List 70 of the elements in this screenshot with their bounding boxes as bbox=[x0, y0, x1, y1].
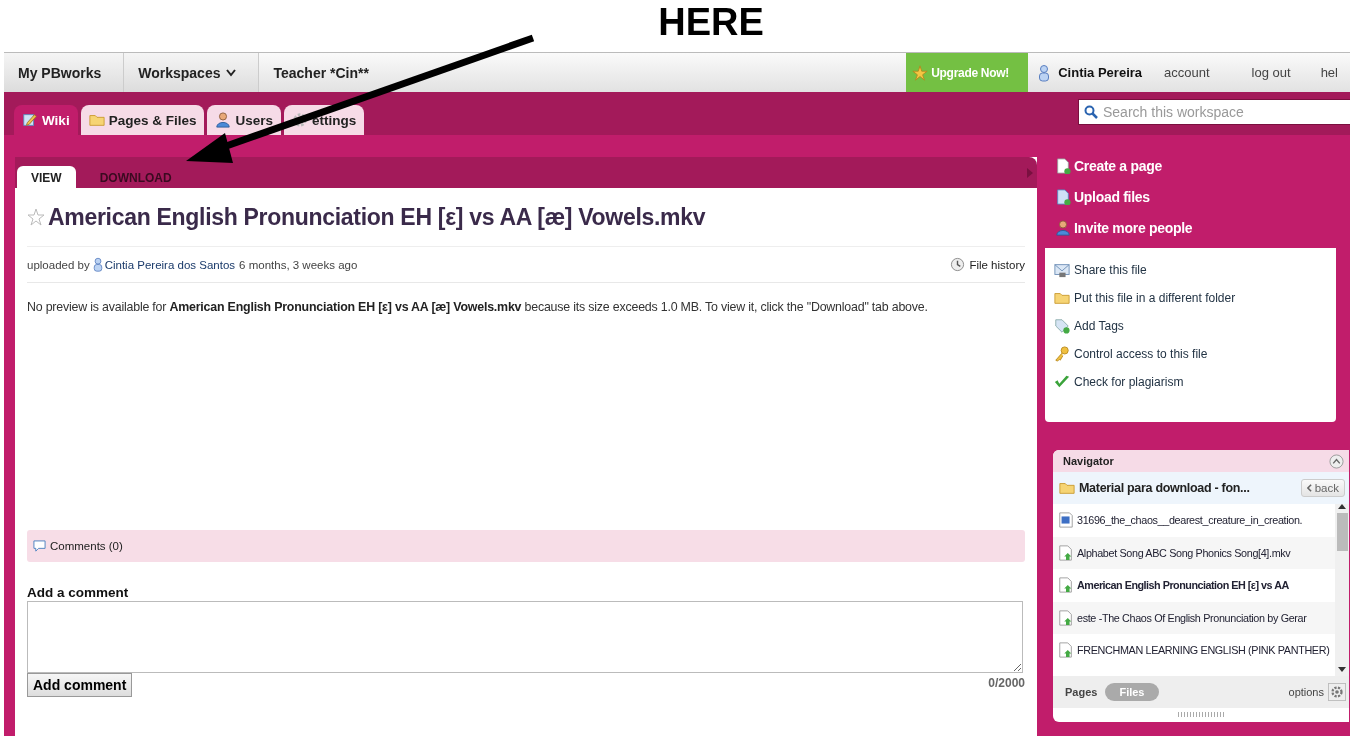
notice-text: No preview is available for American English Pronunciation EH [ε] vs AA [æ] Vowels.mkv because its size exceeds 1.0 MB. To view it, click the "Download" tab above. bbox=[27, 300, 929, 314]
user-icon bbox=[92, 257, 103, 272]
header-link[interactable]: log out bbox=[1221, 65, 1309, 80]
header-link[interactable]: account bbox=[1152, 65, 1222, 80]
speech-bubble-icon bbox=[33, 539, 46, 553]
breadcrumb-link[interactable]: Teacher *Cin** bbox=[259, 53, 391, 92]
character-counter: 0/2000 bbox=[988, 676, 1025, 690]
tag-icon bbox=[1054, 317, 1070, 334]
comment-field[interactable] bbox=[27, 601, 1023, 673]
person-icon bbox=[215, 112, 232, 128]
file-list-item[interactable]: este -The Chaos Of English Pronunciation by Gerar bbox=[1053, 601, 1335, 634]
search-icon bbox=[1084, 104, 1098, 119]
file-list-item[interactable]: Alphabet Song ABC Song Phonics Song[4].mkv bbox=[1053, 536, 1335, 569]
file-action-link[interactable]: Add Tags bbox=[1054, 317, 1336, 334]
envelope-icon bbox=[1054, 261, 1070, 278]
search-field[interactable]: Search this workspace bbox=[1078, 98, 1350, 125]
file-icon bbox=[1058, 609, 1074, 626]
upload-file-icon bbox=[1055, 189, 1071, 205]
file-history-link[interactable]: File history bbox=[950, 257, 1025, 272]
chevron-icon bbox=[1306, 484, 1312, 492]
annotation-label: HERE bbox=[658, 0, 764, 45]
gear-icon bbox=[291, 112, 308, 128]
file-icon bbox=[1058, 642, 1074, 659]
star-icon bbox=[912, 64, 929, 81]
add-comment-label: Add a comment bbox=[27, 585, 130, 600]
breadcrumb-link[interactable]: My PBworks bbox=[4, 53, 125, 92]
collapse-icon[interactable] bbox=[1329, 453, 1344, 469]
comments-bar[interactable]: Comments (0) bbox=[27, 530, 1025, 562]
triangle-icon bbox=[1027, 167, 1033, 178]
scroll-down-icon[interactable] bbox=[1338, 667, 1346, 672]
add-comment-button[interactable]: Add comment bbox=[27, 673, 133, 697]
file-icon bbox=[1058, 544, 1074, 561]
checkmark-icon bbox=[1054, 373, 1070, 390]
breadcrumb-link[interactable]: Workspaces bbox=[124, 53, 260, 92]
header-link[interactable]: hel bbox=[1308, 65, 1350, 80]
file-action-link[interactable]: Check for plagiarism bbox=[1054, 373, 1336, 390]
new-page-icon bbox=[1055, 158, 1071, 174]
navigator-tab[interactable]: Pages bbox=[1065, 683, 1098, 701]
view-tab[interactable]: VIEW bbox=[17, 166, 76, 188]
nav-tab[interactable]: Pages & Files bbox=[80, 105, 205, 135]
scroll-thumb[interactable] bbox=[1336, 513, 1348, 551]
star-icon[interactable] bbox=[27, 208, 45, 226]
action-link[interactable]: Create a page bbox=[1055, 157, 1349, 175]
file-action-link[interactable]: Put this file in a different folder bbox=[1054, 289, 1336, 306]
author-link[interactable]: Cintia Pereira dos Santos bbox=[92, 257, 236, 272]
key-icon bbox=[1054, 345, 1070, 362]
action-link[interactable]: Upload files bbox=[1055, 188, 1349, 206]
nav-tab[interactable]: Users bbox=[207, 105, 281, 135]
file-icon bbox=[1058, 577, 1074, 594]
options-link[interactable]: options bbox=[1288, 686, 1324, 698]
file-action-link[interactable]: Share this file bbox=[1054, 261, 1336, 278]
action-link[interactable]: Invite more people bbox=[1055, 219, 1349, 237]
settings-icon[interactable] bbox=[1328, 683, 1346, 701]
nav-tab[interactable]: Wiki bbox=[14, 105, 78, 135]
folder-name: Material para download - fon... bbox=[1079, 481, 1251, 495]
user-link[interactable]: Cintia Pereira bbox=[1028, 63, 1153, 82]
folder-icon bbox=[1059, 480, 1075, 496]
pencil-icon bbox=[22, 112, 38, 128]
user-icon bbox=[1038, 63, 1051, 82]
uploaded-by-label: uploaded by bbox=[27, 258, 90, 271]
file-action-link[interactable]: Control access to this file bbox=[1054, 345, 1336, 362]
upload-age: 6 months, 3 weeks ago bbox=[239, 258, 358, 271]
navigator-title: Navigator bbox=[1063, 455, 1114, 467]
clock-icon bbox=[950, 257, 966, 272]
page-title: American English Pronunciation EH [ε] vs AA [æ] Vowels.mkv bbox=[48, 203, 706, 231]
scrollbar[interactable] bbox=[1335, 504, 1349, 676]
document-icon bbox=[1058, 512, 1074, 529]
back-button[interactable]: back bbox=[1300, 479, 1345, 497]
person-icon bbox=[1055, 220, 1071, 236]
folder-icon bbox=[88, 112, 105, 128]
